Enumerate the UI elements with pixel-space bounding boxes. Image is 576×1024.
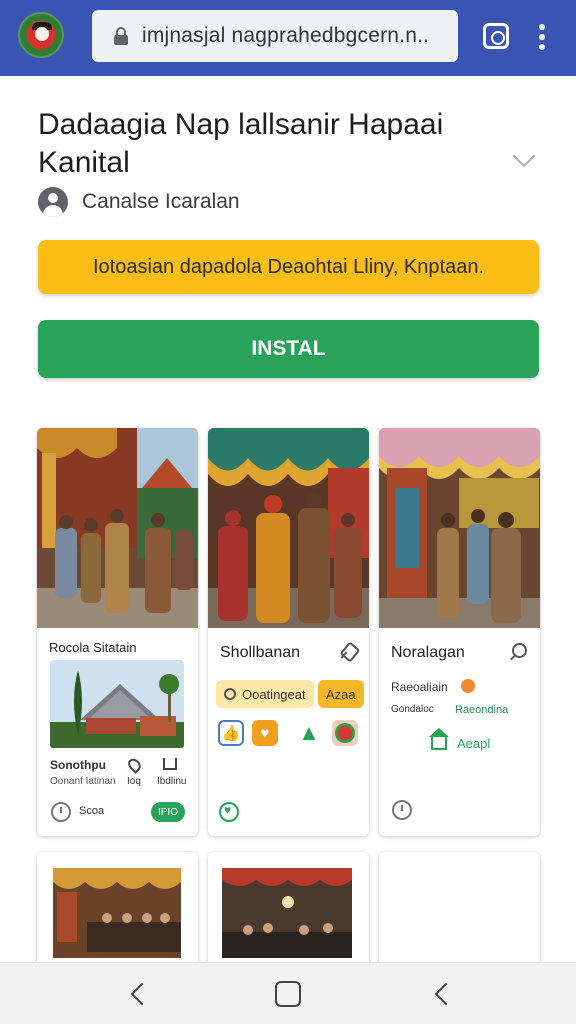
card-1-info-sub: Oonanf Iatinan (50, 776, 116, 787)
avatar-icon (38, 187, 68, 217)
favorite-icon[interactable] (219, 802, 239, 822)
card-2-pill-right[interactable]: Azaa (318, 680, 364, 708)
card-2-pill-icon (224, 688, 236, 700)
tabs-icon[interactable] (483, 23, 509, 49)
developer-name[interactable]: Canalse Icaralan (82, 190, 240, 214)
card-3[interactable]: Noralagan Raeoaliain Gondaloc Raeondina … (379, 428, 540, 836)
clock-icon (51, 802, 71, 822)
home-roof-icon (429, 728, 449, 737)
install-button[interactable]: INSTAL (38, 320, 539, 378)
card-2-title: Shollbanan (220, 644, 301, 661)
pin-icon[interactable] (339, 642, 359, 662)
home-button-icon[interactable] (275, 981, 301, 1007)
menu-icon[interactable] (538, 24, 546, 50)
recycle-icon[interactable]: ▲ (296, 720, 322, 746)
card-1[interactable]: Rocola Sitatain Sonothpu Oonanf Iatinan … (37, 428, 198, 836)
share-icon[interactable] (163, 758, 177, 770)
card-2[interactable]: Shollbanan Ooatingeat Azaa 👍 ♥ ▲ (208, 428, 369, 836)
card-1-info-title: Sonothpu (50, 758, 106, 772)
card-1-icon-label-1: Ioq (127, 776, 141, 787)
card-1-footer-text: Scoa (79, 805, 105, 817)
card-2-photo (208, 428, 369, 628)
clock-icon (392, 800, 412, 820)
home-icon[interactable] (431, 736, 447, 750)
back-arrow-icon[interactable] (432, 983, 452, 1005)
card-2-pill-left[interactable]: Ooatingeat (216, 680, 314, 708)
thumbs-up-icon[interactable]: 👍 (218, 720, 244, 746)
url-bar[interactable]: imjnasjal nagprahedbgcern.n.. (92, 10, 458, 62)
card-3-line2-left: Gondaloc (391, 704, 434, 715)
app-title: Dadaagia Nap lallsanir Hapaai Kanital (38, 108, 444, 179)
url-text[interactable]: imjnasjal nagprahedbgcern.n.. (142, 24, 442, 48)
card-1-badge[interactable]: IPIO (151, 802, 185, 822)
heart-icon[interactable]: ♥ (252, 720, 278, 746)
card-3-line2-right[interactable]: Raeondina (455, 704, 508, 716)
notice-banner[interactable]: Iotoasian dapadola Deaohtai Lliny, Knpta… (38, 240, 539, 294)
card-3-title: Noralagan (391, 644, 465, 661)
card-1-photo (37, 428, 198, 628)
card-1-title: Rocola Sitatain (49, 640, 137, 655)
lock-icon (114, 27, 128, 45)
site-logo-icon[interactable] (18, 12, 64, 58)
card-3-action-label[interactable]: Aeapl (457, 736, 490, 751)
card-1-icon-label-2: Ibdlinu (157, 776, 187, 787)
developer-row[interactable]: Canalse Icaralan (38, 186, 240, 218)
chevron-down-icon[interactable] (512, 148, 534, 170)
back-icon[interactable] (128, 983, 148, 1005)
flower-icon[interactable] (332, 720, 358, 746)
location-icon[interactable] (125, 756, 144, 774)
card-3-photo (379, 428, 540, 628)
search-icon[interactable] (509, 642, 529, 662)
card-3-line1: Raeoaliain (391, 680, 448, 694)
card-3-badge-icon (461, 679, 475, 693)
system-nav-bar (0, 962, 576, 1024)
card-1-thumbnail[interactable] (50, 660, 184, 748)
browser-toolbar: imjnasjal nagprahedbgcern.n.. (0, 0, 576, 76)
card-2-pill-left-label: Ooatingeat (242, 686, 306, 702)
